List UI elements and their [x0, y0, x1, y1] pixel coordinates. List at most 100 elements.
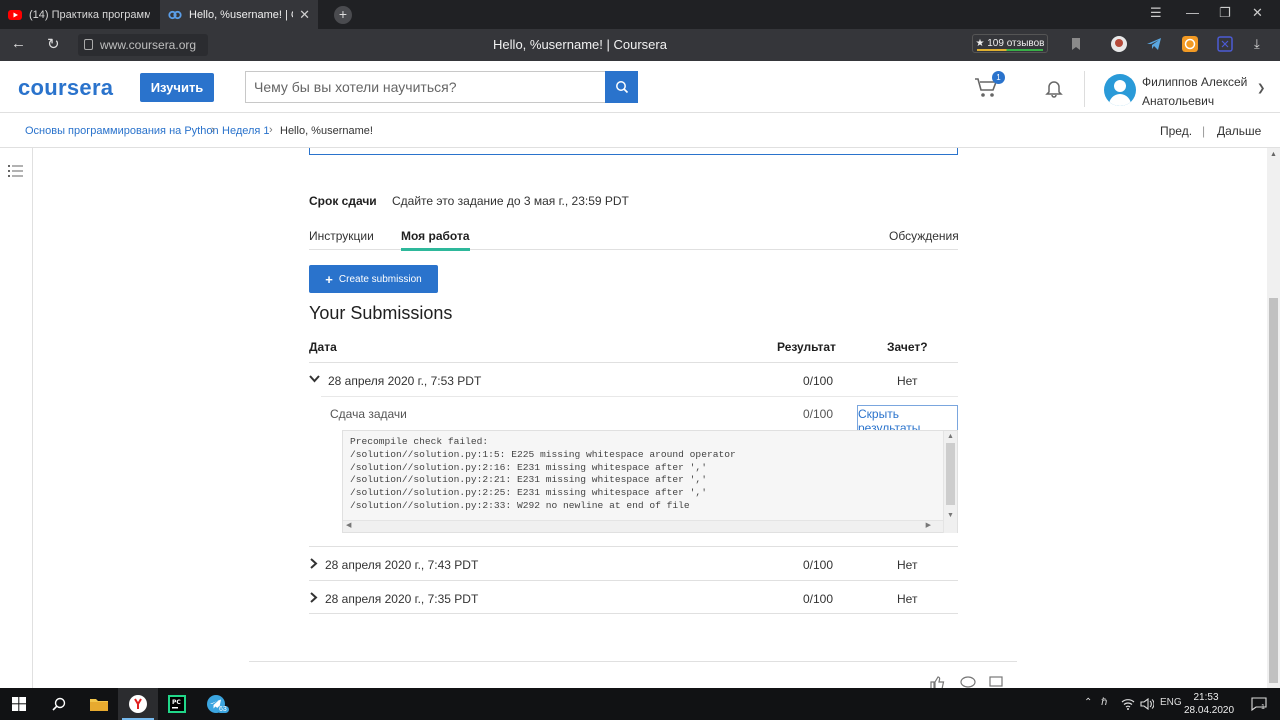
chevron-down-icon[interactable]	[309, 375, 320, 383]
search-input[interactable]	[245, 71, 606, 103]
restore-icon[interactable]: ❐	[1219, 5, 1231, 21]
scroll-right-icon[interactable]: ▶	[926, 521, 931, 529]
detail-label: Сдача задачи	[330, 407, 407, 421]
vpn-extension-icon[interactable]	[1217, 36, 1233, 52]
browser-menu-icon[interactable]: ☰	[1150, 5, 1162, 21]
language-indicator[interactable]: ENG	[1160, 697, 1182, 708]
taskbar-file-explorer[interactable]	[80, 688, 118, 720]
flag-icon[interactable]	[989, 676, 1003, 688]
instructions-frame	[309, 148, 958, 155]
taskbar-search[interactable]	[40, 688, 78, 720]
show-hidden-icons-icon[interactable]: ⌃	[1084, 697, 1092, 708]
footer-divider	[249, 661, 1017, 662]
reviews-badge[interactable]: ★ 109 отзывов	[972, 34, 1048, 53]
explore-button[interactable]: Изучить	[140, 73, 214, 102]
due-text: Сдайте это задание до 3 мая г., 23:59 PD…	[392, 194, 629, 208]
create-submission-label: Create submission	[338, 273, 422, 285]
breadcrumb: Основы программирования на Python › Неде…	[0, 113, 1280, 148]
download-icon[interactable]: ⤓	[1254, 36, 1260, 52]
tab-discussions[interactable]: Обсуждения	[889, 229, 959, 243]
submission-credit: Нет	[897, 374, 918, 388]
user-name[interactable]: Филиппов Алексей Анатольевич	[1142, 73, 1247, 111]
chevron-right-icon[interactable]	[310, 592, 318, 603]
volume-icon[interactable]	[1140, 698, 1154, 710]
like-icon[interactable]	[930, 676, 945, 688]
bookmark-icon[interactable]	[1068, 36, 1084, 52]
whatsapp-extension-icon[interactable]	[1182, 36, 1198, 52]
avatar-extension-icon[interactable]	[1111, 36, 1127, 52]
start-button[interactable]	[0, 688, 38, 720]
submission-detail-row: Сдача задачи 0/100 Скрыть результаты ана…	[321, 396, 958, 451]
user-name-line2: Анатольевич	[1142, 94, 1215, 108]
left-rail	[0, 148, 33, 688]
scroll-up-icon[interactable]: ▲	[947, 433, 954, 440]
telegram-extension-icon[interactable]	[1146, 36, 1162, 52]
taskbar-pycharm[interactable]: PC	[158, 688, 196, 720]
chevron-down-icon[interactable]: ❯	[1257, 83, 1265, 94]
scroll-left-icon[interactable]: ◀	[346, 521, 351, 529]
assignment-tabs: Инструкции Моя работа Обсуждения	[309, 222, 959, 251]
table-row[interactable]: 28 апреля 2020 г., 7:43 PDT 0/100 Нет	[309, 546, 958, 580]
scrollbar-thumb[interactable]	[946, 443, 955, 505]
new-tab-button[interactable]: +	[334, 6, 352, 24]
windows-taskbar: PC 63 ⌃ ℏ ENG 21:53 28.04.2020 1	[0, 688, 1280, 720]
browser-tab-youtube[interactable]: (14) Практика программи	[0, 0, 158, 29]
column-header-result: Результат	[777, 340, 836, 354]
site-header: coursera Изучить 1 Филиппов Алексей Анат…	[0, 61, 1280, 113]
vertical-scrollbar[interactable]: ▲ ▼	[943, 431, 957, 533]
breadcrumb-current: Hello, %username!	[280, 125, 373, 137]
system-clock[interactable]: 21:53 28.04.2020	[1184, 691, 1234, 717]
windows-logo-icon	[12, 697, 26, 711]
pycharm-icon: PC	[168, 695, 186, 713]
page-scrollbar[interactable]: ▲	[1267, 148, 1280, 688]
course-outline-icon[interactable]	[8, 164, 24, 178]
comment-icon[interactable]	[960, 676, 976, 688]
next-button[interactable]: Дальше	[1217, 124, 1261, 138]
prev-button[interactable]: Пред.	[1160, 124, 1192, 138]
table-row[interactable]: 28 апреля 2020 г., 7:35 PDT 0/100 Нет	[309, 580, 958, 614]
browser-tab-coursera[interactable]: Hello, %username! | Cou ✕	[160, 0, 318, 29]
minimize-icon[interactable]: —	[1186, 5, 1199, 20]
taskbar-yandex-browser[interactable]	[118, 688, 158, 720]
wifi-icon[interactable]	[1121, 698, 1135, 710]
bell-icon[interactable]	[1044, 78, 1064, 98]
search-button[interactable]	[605, 71, 638, 103]
breadcrumb-course[interactable]: Основы программирования на Python	[25, 125, 219, 137]
tab-instructions[interactable]: Инструкции	[309, 229, 374, 243]
chevron-right-icon[interactable]	[310, 558, 318, 569]
tab-my-work[interactable]: Моя работа	[401, 229, 470, 251]
table-row[interactable]: 28 апреля 2020 г., 7:53 PDT 0/100 Нет	[309, 362, 958, 396]
address-bar: ← ↻ www.coursera.org Hello, %username! |…	[0, 29, 1280, 61]
scroll-down-icon[interactable]: ▼	[947, 512, 954, 519]
browser-tab-title: Hello, %username! | Cou	[189, 8, 293, 21]
close-tab-icon[interactable]: ✕	[299, 7, 310, 23]
create-submission-button[interactable]: + Create submission	[309, 265, 438, 293]
coursera-logo[interactable]: coursera	[18, 75, 113, 101]
reviews-text: ★ 109 отзывов	[975, 38, 1045, 49]
chevron-right-icon: ›	[269, 124, 273, 136]
avatar[interactable]	[1104, 74, 1136, 106]
chevron-right-icon: ›	[211, 124, 215, 136]
browser-tab-strip: (14) Практика программи Hello, %username…	[0, 0, 1280, 29]
clock-time: 21:53	[1193, 692, 1219, 703]
submission-date: 28 апреля 2020 г., 7:53 PDT	[328, 374, 482, 388]
submission-result: 0/100	[803, 374, 834, 388]
scroll-up-icon[interactable]: ▲	[1270, 151, 1277, 158]
notifications-count: 1	[1261, 704, 1265, 711]
assignment-content: Срок сдачи Сдайте это задание до 3 мая г…	[33, 148, 1267, 688]
detail-result: 0/100	[803, 407, 834, 421]
analyzer-output-text: Precompile check failed: /solution//solu…	[350, 436, 736, 511]
column-header-date: Дата	[309, 340, 337, 354]
breadcrumb-week[interactable]: Неделя 1	[222, 125, 270, 137]
folder-icon	[90, 699, 108, 711]
submission-result: 0/100	[803, 558, 834, 572]
submission-date: 28 апреля 2020 г., 7:43 PDT	[325, 558, 479, 572]
page-scrollbar-thumb[interactable]	[1269, 298, 1278, 683]
close-window-icon[interactable]: ✕	[1252, 5, 1263, 21]
cart-count-badge: 1	[992, 71, 1005, 84]
input-method-icon[interactable]: ℏ	[1101, 697, 1107, 708]
horizontal-scrollbar[interactable]: ◀ ▶	[343, 520, 945, 532]
taskbar-telegram[interactable]: 63	[196, 688, 236, 720]
analyzer-output[interactable]: Precompile check failed: /solution//solu…	[342, 430, 958, 533]
svg-text:PC: PC	[172, 699, 181, 706]
